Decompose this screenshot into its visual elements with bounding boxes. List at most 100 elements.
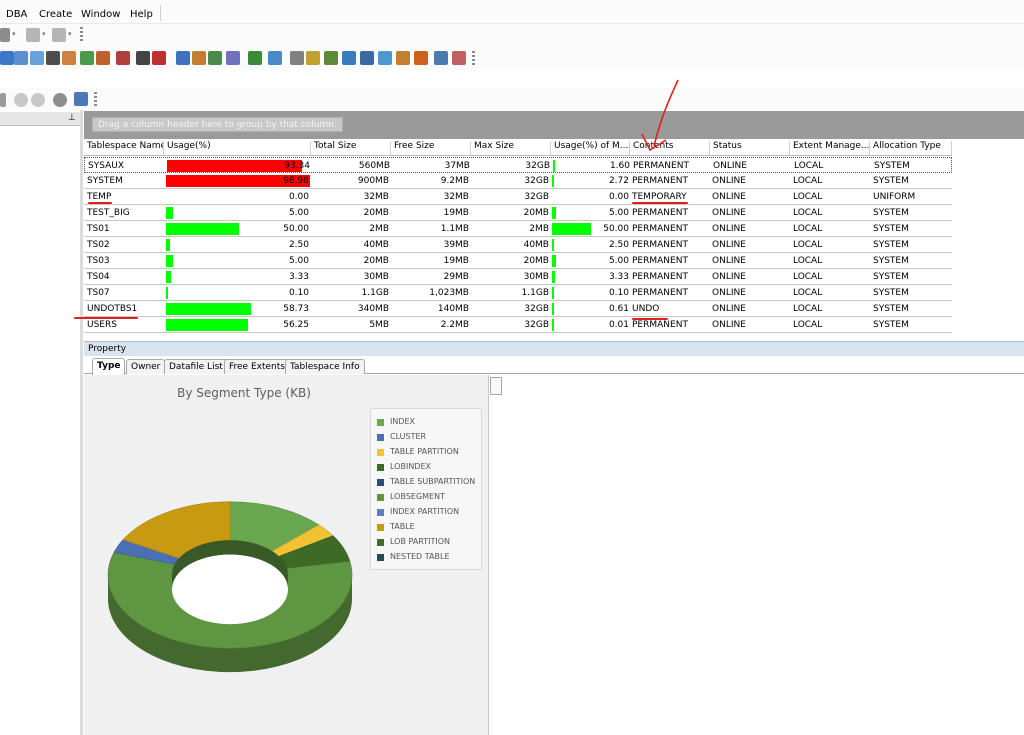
filter-icon[interactable] <box>342 51 356 65</box>
list-icon[interactable] <box>360 51 374 65</box>
table-row[interactable]: SYSTEM 98.98 900MB 9.2MB 32GB 2.72 PERMANENT ON… <box>84 173 952 189</box>
trace-icon[interactable] <box>116 51 130 65</box>
table-row[interactable]: TS03 5.00 20MB 19MB 20MB 5.00 PERMANENT ONLINE L… <box>84 253 952 269</box>
table-row[interactable]: USERS 56.25 5MB 2.2MB 32GB 0.01 PERMANENT ONLIN… <box>84 317 952 333</box>
annotation-arrow <box>641 79 679 152</box>
allocation-type-cell: SYSTEM <box>873 288 909 298</box>
usage-of-max-cell: 2.50 <box>608 240 629 250</box>
export-icon[interactable] <box>52 28 66 42</box>
sql-icon[interactable] <box>46 51 60 65</box>
open-icon[interactable] <box>0 51 14 65</box>
table-row[interactable]: TS04 3.33 30MB 29MB 30MB 3.33 PERMANENT ONLINE L… <box>84 269 952 285</box>
storage-icon[interactable] <box>290 51 304 65</box>
col-total-size-header[interactable]: Total Size <box>311 141 391 155</box>
total-size-cell: 2MB <box>369 224 389 234</box>
toolbar-grip[interactable] <box>80 27 83 43</box>
reload-icon[interactable] <box>14 93 28 107</box>
connect-icon[interactable] <box>0 28 10 42</box>
free-size-cell: 19MB <box>443 256 469 266</box>
menu-dba[interactable]: DBA <box>6 9 27 20</box>
grid-icon[interactable] <box>324 51 338 65</box>
table-row[interactable]: UNDOTBS1 58.73 340MB 140MB 32GB 0.61 UNDO ONLIN… <box>84 301 952 317</box>
allocation-type-cell: SYSTEM <box>873 272 909 282</box>
panel-splitter[interactable] <box>80 110 83 735</box>
exchange-icon[interactable] <box>62 51 76 65</box>
report-icon[interactable] <box>396 51 410 65</box>
user-icon[interactable] <box>248 51 262 65</box>
key-icon[interactable] <box>306 51 320 65</box>
legend-label: NESTED TABLE <box>390 552 450 561</box>
extent-management-cell: LOCAL <box>793 240 823 250</box>
chart-legend: INDEX CLUSTER TABLE PARTITION LOBINDEX TABLE… <box>370 408 482 570</box>
extent-management-cell: LOCAL <box>793 272 823 282</box>
rsh-icon[interactable] <box>136 51 150 65</box>
window-icon[interactable] <box>434 51 448 65</box>
table-row[interactable]: SYSAUX 93.34 560MB 37MB 32GB 1.60 PERMANENT ONL… <box>84 157 952 173</box>
tab-owner[interactable]: Owner <box>126 359 166 374</box>
dropdown-arrow-icon[interactable]: ▾ <box>12 30 16 38</box>
properties-icon[interactable] <box>74 92 88 106</box>
col-max-size-header[interactable]: Max Size <box>471 141 551 155</box>
table-row[interactable]: TEMP 0.00 32MB 32MB 32GB 0.00 TEMPORARY ONLINE L… <box>84 189 952 205</box>
tablespace-name-cell: TS03 <box>87 256 110 266</box>
toolbar-grip[interactable] <box>94 92 97 108</box>
edit-icon[interactable] <box>26 28 40 42</box>
total-size-cell: 340MB <box>357 304 389 314</box>
tablespace-name-cell: TS04 <box>87 272 110 282</box>
col-allocation-type-header[interactable]: Allocation Type <box>870 141 952 155</box>
refresh-icon[interactable] <box>0 93 6 107</box>
chart-icon[interactable] <box>152 51 166 65</box>
tablespace-name-cell: TEST_BIG <box>87 208 130 218</box>
pin-icon[interactable]: ⊥ <box>68 113 76 123</box>
detail-panel <box>490 375 1024 735</box>
scrollbar-thumb[interactable] <box>490 377 502 395</box>
session-icon[interactable] <box>176 51 190 65</box>
menu-window[interactable]: Window <box>81 9 120 20</box>
legend-swatch <box>377 524 384 531</box>
tab-free-extents[interactable]: Free Extents <box>224 359 290 374</box>
legend-label: CLUSTER <box>390 432 427 441</box>
exit-icon[interactable] <box>452 51 466 65</box>
lock-icon[interactable] <box>208 51 222 65</box>
col-status-header[interactable]: Status <box>710 141 790 155</box>
save-icon[interactable] <box>14 51 28 65</box>
stop-icon[interactable] <box>53 93 67 107</box>
tablespace-grid: Tablespace Name Usage(%) Total Size Free Si… <box>84 139 1024 339</box>
menu-help[interactable]: Help <box>130 9 153 20</box>
table-row[interactable]: TS07 0.10 1.1GB 1,023MB 1.1GB 0.10 PERMANENT ON… <box>84 285 952 301</box>
legend-label: TABLE PARTITION <box>390 447 459 456</box>
tab-tablespace-info[interactable]: Tablespace Info <box>285 359 365 374</box>
monitor-icon[interactable] <box>378 51 392 65</box>
menu-create[interactable]: Create <box>39 9 72 20</box>
table-icon[interactable] <box>226 51 240 65</box>
max-size-cell: 20MB <box>523 208 549 218</box>
tab-datafile-list[interactable]: Datafile List <box>164 359 228 374</box>
allocation-type-cell: SYSTEM <box>874 161 910 171</box>
dropdown-arrow-icon[interactable]: ▾ <box>42 30 46 38</box>
clock-icon[interactable] <box>96 51 110 65</box>
col-usage-header[interactable]: Usage(%) <box>164 141 311 155</box>
gear-icon[interactable] <box>80 51 94 65</box>
tab-type[interactable]: Type <box>92 358 126 375</box>
network-icon[interactable] <box>268 51 282 65</box>
table-row[interactable]: TEST_BIG 5.00 20MB 19MB 20MB 5.00 PERMANENT ONL… <box>84 205 952 221</box>
contents-cell: PERMANENT <box>632 256 688 266</box>
table-row[interactable]: TS01 50.00 2MB 1.1MB 2MB 50.00 PERMANENT ONLINE… <box>84 221 952 237</box>
tablespace-name-cell: TS01 <box>87 224 110 234</box>
col-tablespace-name-header[interactable]: Tablespace Name <box>84 141 164 155</box>
col-usage-of-max-header[interactable]: Usage(%) of M... <box>551 141 630 155</box>
extent-management-cell: LOCAL <box>793 288 823 298</box>
table-row[interactable]: TS02 2.50 40MB 39MB 40MB 2.50 PERMANENT ONLINE L… <box>84 237 952 253</box>
tools-icon[interactable] <box>192 51 206 65</box>
copy-icon[interactable] <box>30 51 44 65</box>
col-free-size-header[interactable]: Free Size <box>391 141 471 155</box>
status-cell: ONLINE <box>712 304 746 314</box>
dropdown-arrow-icon[interactable]: ▾ <box>68 30 72 38</box>
col-extent-management-header[interactable]: Extent Manage... <box>790 141 870 155</box>
max-size-cell: 20MB <box>523 256 549 266</box>
bar-icon[interactable] <box>414 51 428 65</box>
group-by-panel[interactable]: Drag a column header here to group by th… <box>84 111 1024 139</box>
total-size-cell: 30MB <box>363 272 389 282</box>
toolbar-grip[interactable] <box>472 51 475 67</box>
sync-icon[interactable] <box>31 93 45 107</box>
